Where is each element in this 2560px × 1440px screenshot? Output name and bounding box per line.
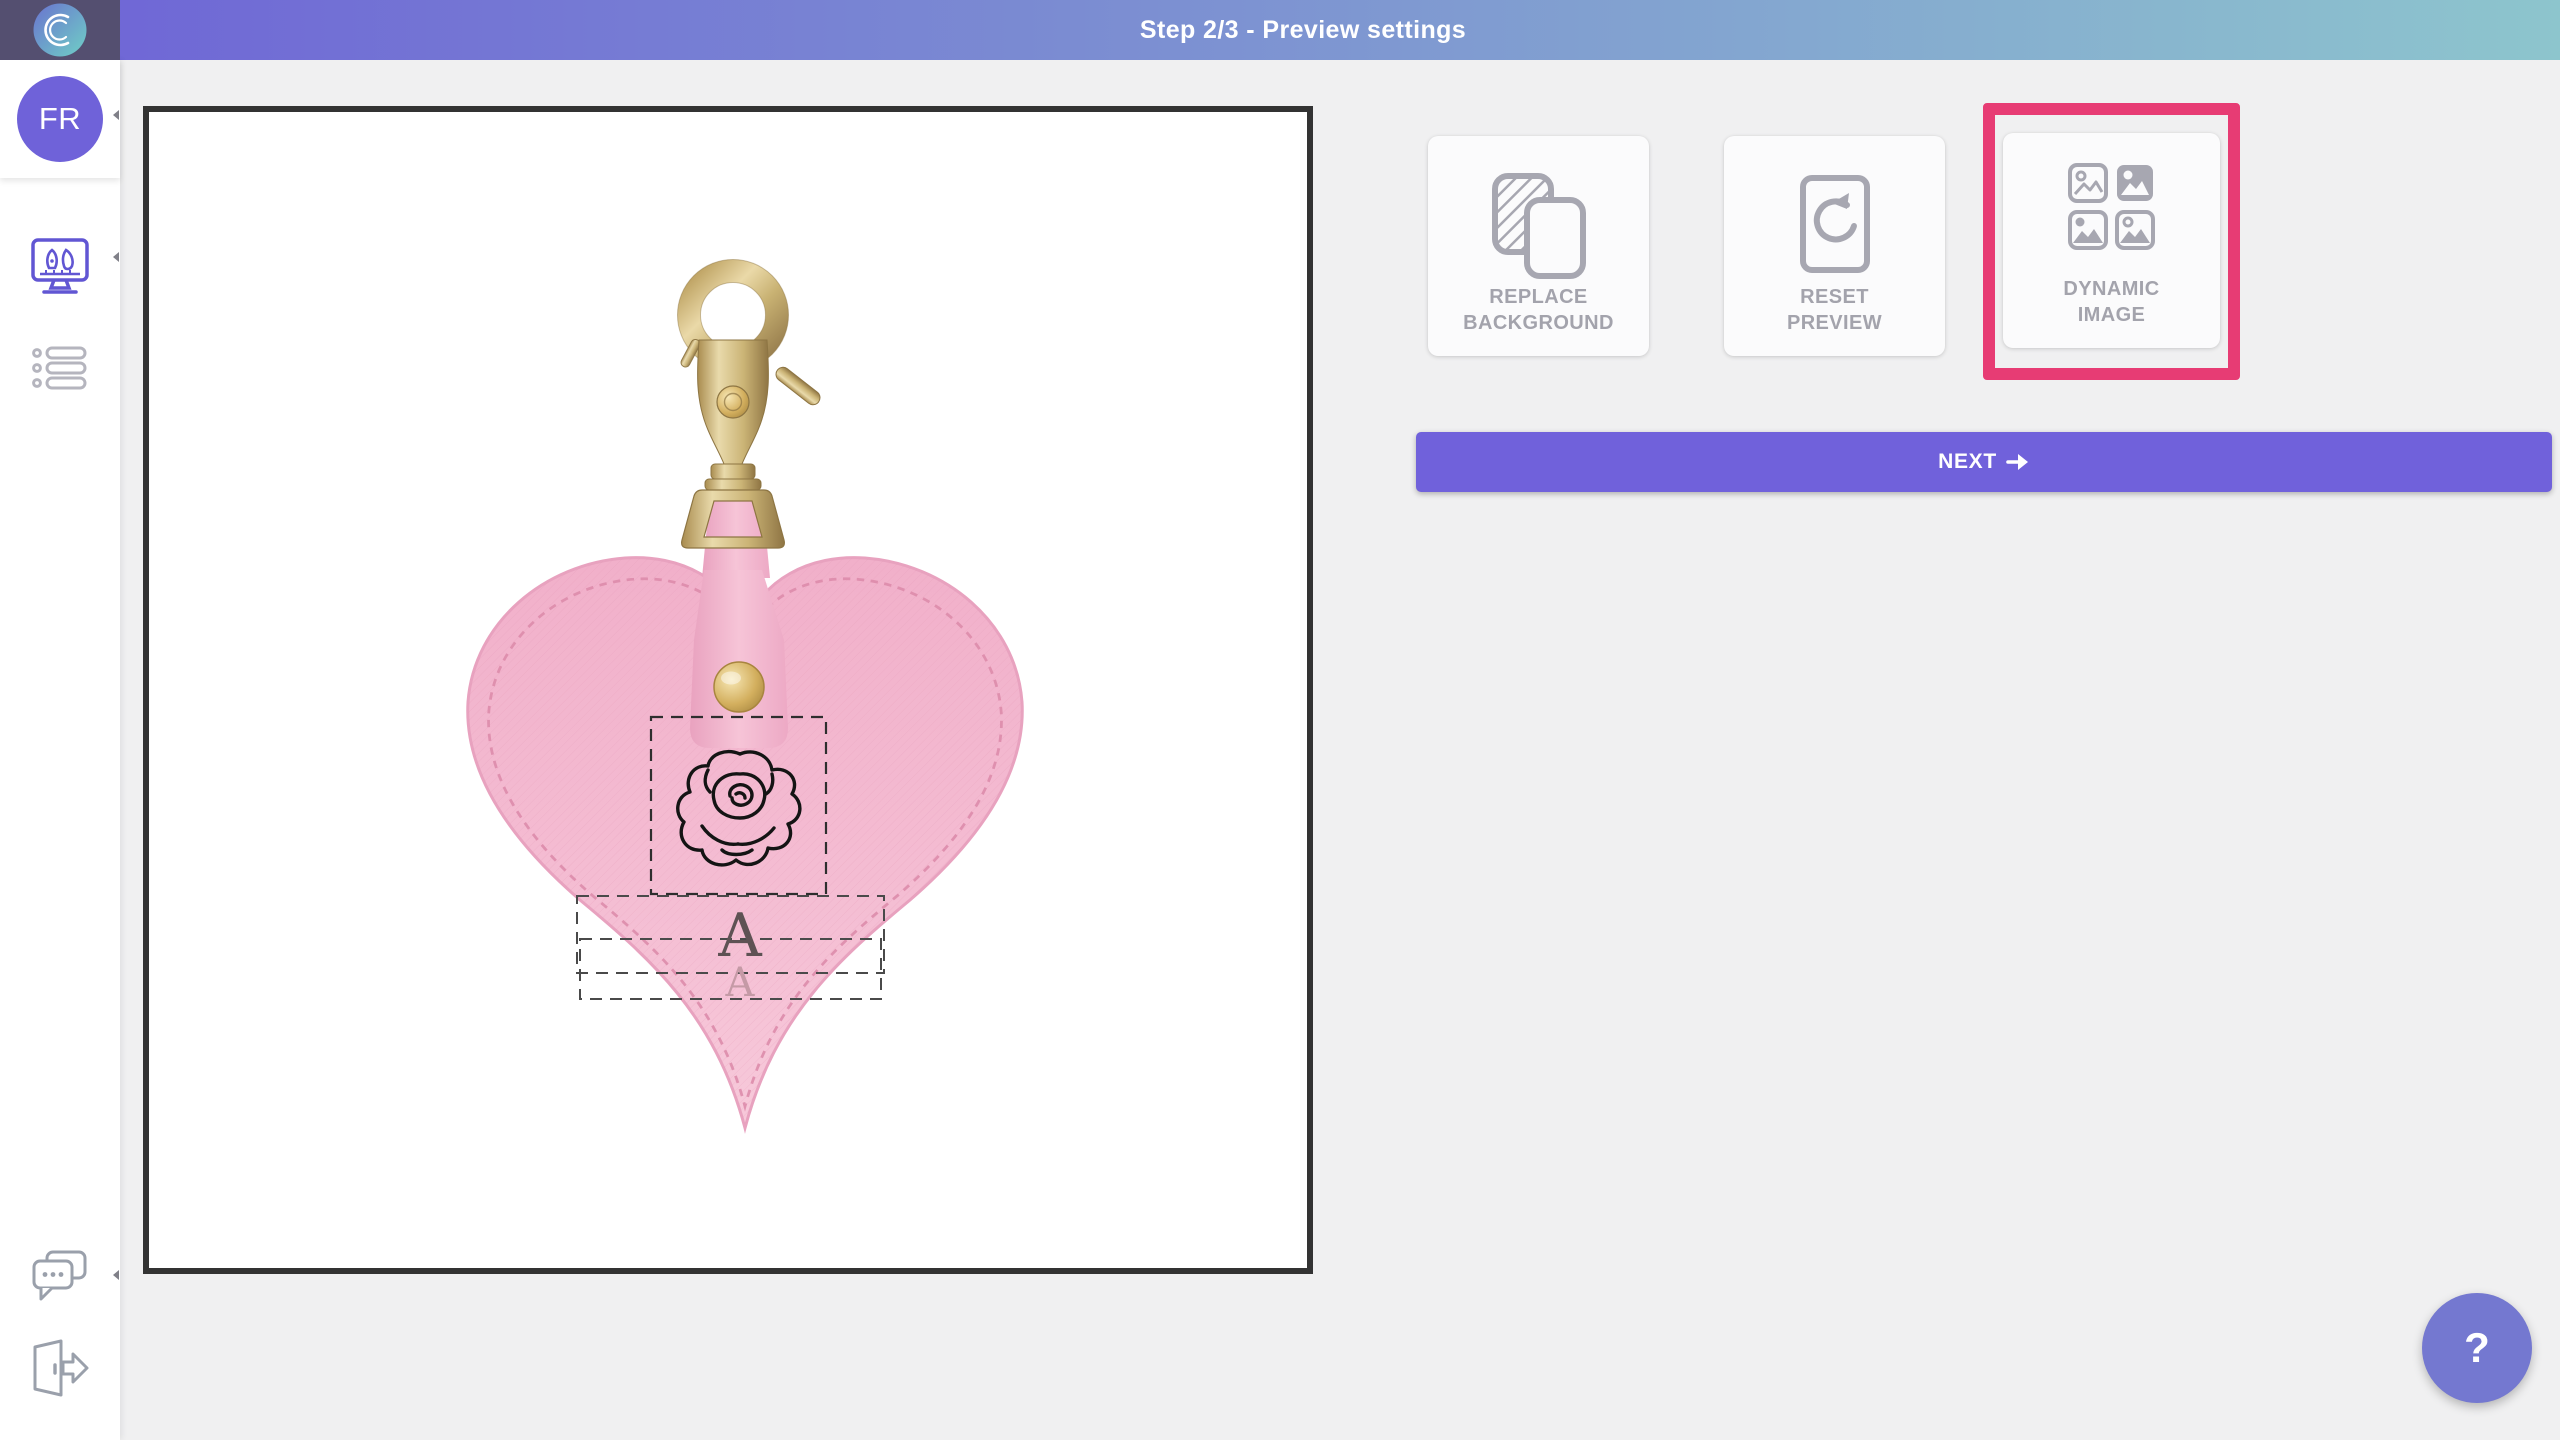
reset-preview-icon	[1785, 172, 1885, 280]
sidebar-item-list[interactable]	[0, 343, 120, 393]
header-bar: Step 2/3 - Preview settings	[0, 0, 2560, 60]
sidebar: FR	[0, 60, 120, 1440]
rivet-highlight	[721, 672, 741, 685]
reset-preview-label: RESET PREVIEW	[1787, 284, 1882, 336]
tooltip-arrow	[113, 110, 119, 120]
replace-background-label: REPLACE BACKGROUND	[1463, 284, 1614, 336]
chat-bubbles-icon	[31, 1249, 89, 1305]
sidebar-item-logout[interactable]	[0, 1339, 120, 1397]
crescent-c-logo-icon	[32, 2, 88, 58]
tooltip-arrow	[113, 1270, 119, 1280]
keychain-clasp	[678, 260, 823, 491]
exit-door-icon	[29, 1339, 91, 1397]
strap-rivet	[714, 662, 764, 712]
dynamic-image-label: DYNAMIC IMAGE	[2063, 276, 2159, 328]
replace-background-button[interactable]: REPLACE BACKGROUND	[1428, 136, 1649, 356]
dynamic-image-icon	[2068, 163, 2155, 250]
monogram-letter-secondary[interactable]: A	[725, 960, 756, 1006]
avatar[interactable]: FR	[17, 76, 103, 162]
avatar-initials: FR	[39, 101, 81, 137]
help-button-label: ?	[2464, 1324, 2490, 1372]
list-icon	[30, 343, 90, 393]
next-button-label: NEXT	[1938, 450, 1997, 474]
app-logo[interactable]	[0, 0, 120, 60]
highlight-frame: DYNAMIC IMAGE	[1983, 103, 2240, 380]
product-preview-keychain: A A	[440, 240, 1040, 1160]
avatar-block: FR	[0, 60, 120, 178]
sidebar-item-design-studio[interactable]	[0, 236, 120, 296]
replace-background-icon	[1489, 172, 1589, 280]
next-button[interactable]: NEXT	[1416, 432, 2552, 492]
design-monitor-icon	[28, 236, 92, 296]
preview-canvas[interactable]: A A	[143, 106, 1313, 1274]
dynamic-image-button[interactable]: DYNAMIC IMAGE	[2003, 133, 2220, 348]
tooltip-arrow	[113, 252, 119, 262]
sidebar-item-chat[interactable]	[0, 1249, 120, 1305]
help-button[interactable]: ?	[2422, 1293, 2532, 1403]
page-title: Step 2/3 - Preview settings	[1140, 16, 1466, 45]
reset-preview-button[interactable]: RESET PREVIEW	[1724, 136, 1945, 356]
arrow-right-icon	[2006, 452, 2030, 472]
